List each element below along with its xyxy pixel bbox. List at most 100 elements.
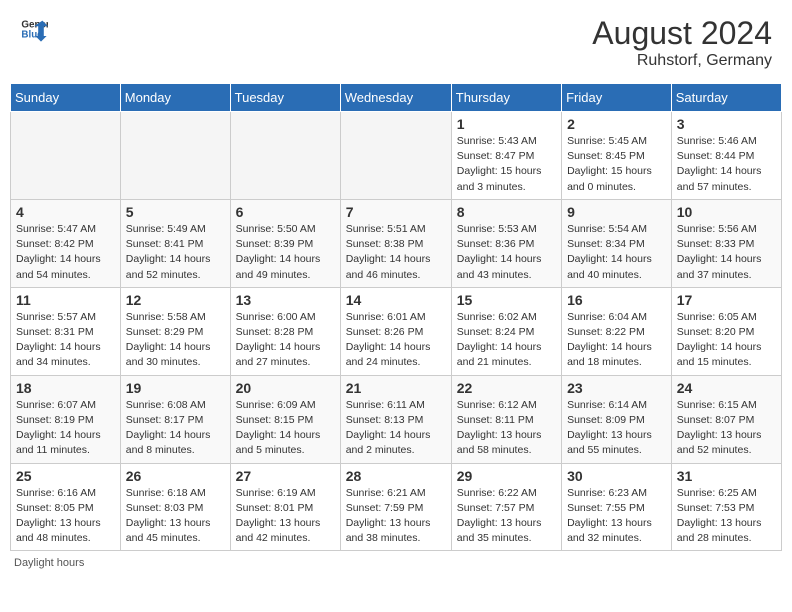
day-detail: Sunrise: 6:15 AM Sunset: 8:07 PM Dayligh…	[677, 398, 776, 459]
day-detail: Sunrise: 5:46 AM Sunset: 8:44 PM Dayligh…	[677, 134, 776, 195]
calendar-day-cell: 3 Sunrise: 5:46 AM Sunset: 8:44 PM Daylig…	[671, 112, 781, 200]
calendar-day-cell	[230, 112, 340, 200]
day-number: 4	[16, 204, 115, 220]
day-detail: Sunrise: 6:11 AM Sunset: 8:13 PM Dayligh…	[346, 398, 446, 459]
day-number: 9	[567, 204, 666, 220]
day-number: 6	[236, 204, 335, 220]
calendar-day-cell: 14 Sunrise: 6:01 AM Sunset: 8:26 PM Dayli…	[340, 287, 451, 375]
day-detail: Sunrise: 6:09 AM Sunset: 8:15 PM Dayligh…	[236, 398, 335, 459]
day-number: 14	[346, 292, 446, 308]
calendar-day-header: Wednesday	[340, 84, 451, 112]
day-number: 30	[567, 468, 666, 484]
calendar-day-cell: 13Sunrise: 6:00 AM Sunset: 8:28 PM Dayli…	[230, 287, 340, 375]
calendar-day-cell: 23 Sunrise: 6:14 AM Sunset: 8:09 PM Dayli…	[562, 375, 672, 463]
day-number: 11	[16, 292, 115, 308]
calendar-day-header: Tuesday	[230, 84, 340, 112]
day-number: 15	[457, 292, 556, 308]
calendar-day-cell: 26Sunrise: 6:18 AM Sunset: 8:03 PM Dayli…	[120, 463, 230, 551]
day-detail: Sunrise: 6:01 AM Sunset: 8:26 PM Dayligh…	[346, 310, 446, 371]
calendar-day-cell: 15Sunrise: 6:02 AM Sunset: 8:24 PM Dayli…	[451, 287, 561, 375]
calendar-day-cell: 9 Sunrise: 5:54 AM Sunset: 8:34 PM Daylig…	[562, 199, 672, 287]
day-detail: Sunrise: 5:57 AM Sunset: 8:31 PM Dayligh…	[16, 310, 115, 371]
day-number: 27	[236, 468, 335, 484]
calendar-day-cell: 2 Sunrise: 5:45 AM Sunset: 8:45 PM Daylig…	[562, 112, 672, 200]
day-number: 2	[567, 116, 666, 132]
day-number: 26	[126, 468, 225, 484]
day-number: 29	[457, 468, 556, 484]
calendar-day-cell: 7 Sunrise: 5:51 AM Sunset: 8:38 PM Daylig…	[340, 199, 451, 287]
day-number: 25	[16, 468, 115, 484]
day-detail: Sunrise: 6:23 AM Sunset: 7:55 PM Dayligh…	[567, 486, 666, 547]
day-number: 12	[126, 292, 225, 308]
calendar-day-header: Sunday	[11, 84, 121, 112]
day-detail: Sunrise: 5:45 AM Sunset: 8:45 PM Dayligh…	[567, 134, 666, 195]
calendar-day-header: Saturday	[671, 84, 781, 112]
month-year-title: August 2024	[592, 15, 772, 52]
calendar-day-cell: 8Sunrise: 5:53 AM Sunset: 8:36 PM Daylig…	[451, 199, 561, 287]
day-detail: Sunrise: 5:51 AM Sunset: 8:38 PM Dayligh…	[346, 222, 446, 283]
calendar-day-cell	[11, 112, 121, 200]
logo: General Blue	[20, 15, 48, 43]
calendar-day-cell: 18 Sunrise: 6:07 AM Sunset: 8:19 PM Dayli…	[11, 375, 121, 463]
location-subtitle: Ruhstorf, Germany	[592, 52, 772, 70]
calendar-day-cell: 22Sunrise: 6:12 AM Sunset: 8:11 PM Dayli…	[451, 375, 561, 463]
day-detail: Sunrise: 5:54 AM Sunset: 8:34 PM Dayligh…	[567, 222, 666, 283]
calendar-day-cell: 11 Sunrise: 5:57 AM Sunset: 8:31 PM Dayli…	[11, 287, 121, 375]
day-number: 1	[457, 116, 556, 132]
day-detail: Sunrise: 5:56 AM Sunset: 8:33 PM Dayligh…	[677, 222, 776, 283]
calendar-day-header: Monday	[120, 84, 230, 112]
calendar-day-cell: 16Sunrise: 6:04 AM Sunset: 8:22 PM Dayli…	[562, 287, 672, 375]
day-detail: Sunrise: 6:14 AM Sunset: 8:09 PM Dayligh…	[567, 398, 666, 459]
day-detail: Sunrise: 6:07 AM Sunset: 8:19 PM Dayligh…	[16, 398, 115, 459]
day-detail: Sunrise: 6:25 AM Sunset: 7:53 PM Dayligh…	[677, 486, 776, 547]
day-number: 21	[346, 380, 446, 396]
day-number: 20	[236, 380, 335, 396]
header: General Blue August 2024 Ruhstorf, Germa…	[10, 10, 782, 75]
day-number: 7	[346, 204, 446, 220]
day-detail: Sunrise: 5:43 AM Sunset: 8:47 PM Dayligh…	[457, 134, 556, 195]
day-number: 22	[457, 380, 556, 396]
calendar-day-cell: 17 Sunrise: 6:05 AM Sunset: 8:20 PM Dayli…	[671, 287, 781, 375]
calendar-day-cell: 19 Sunrise: 6:08 AM Sunset: 8:17 PM Dayli…	[120, 375, 230, 463]
day-number: 13	[236, 292, 335, 308]
calendar-week-row: 11 Sunrise: 5:57 AM Sunset: 8:31 PM Dayli…	[11, 287, 782, 375]
calendar-day-cell	[120, 112, 230, 200]
day-number: 10	[677, 204, 776, 220]
day-detail: Sunrise: 5:58 AM Sunset: 8:29 PM Dayligh…	[126, 310, 225, 371]
day-detail: Sunrise: 6:08 AM Sunset: 8:17 PM Dayligh…	[126, 398, 225, 459]
day-detail: Sunrise: 6:19 AM Sunset: 8:01 PM Dayligh…	[236, 486, 335, 547]
calendar-day-cell: 29 Sunrise: 6:22 AM Sunset: 7:57 PM Dayli…	[451, 463, 561, 551]
calendar-day-cell: 30 Sunrise: 6:23 AM Sunset: 7:55 PM Dayli…	[562, 463, 672, 551]
calendar-day-cell: 31 Sunrise: 6:25 AM Sunset: 7:53 PM Dayli…	[671, 463, 781, 551]
day-detail: Sunrise: 6:05 AM Sunset: 8:20 PM Dayligh…	[677, 310, 776, 371]
calendar-day-cell: 24Sunrise: 6:15 AM Sunset: 8:07 PM Dayli…	[671, 375, 781, 463]
day-detail: Sunrise: 6:22 AM Sunset: 7:57 PM Dayligh…	[457, 486, 556, 547]
day-number: 16	[567, 292, 666, 308]
day-number: 5	[126, 204, 225, 220]
calendar-day-cell	[340, 112, 451, 200]
day-detail: Sunrise: 6:16 AM Sunset: 8:05 PM Dayligh…	[16, 486, 115, 547]
calendar-day-header: Friday	[562, 84, 672, 112]
day-number: 19	[126, 380, 225, 396]
title-area: August 2024 Ruhstorf, Germany	[592, 15, 772, 70]
day-detail: Sunrise: 5:49 AM Sunset: 8:41 PM Dayligh…	[126, 222, 225, 283]
day-detail: Sunrise: 5:53 AM Sunset: 8:36 PM Dayligh…	[457, 222, 556, 283]
calendar-day-cell: 20 Sunrise: 6:09 AM Sunset: 8:15 PM Dayli…	[230, 375, 340, 463]
calendar-week-row: 18 Sunrise: 6:07 AM Sunset: 8:19 PM Dayli…	[11, 375, 782, 463]
day-number: 3	[677, 116, 776, 132]
calendar-day-cell: 5 Sunrise: 5:49 AM Sunset: 8:41 PM Daylig…	[120, 199, 230, 287]
day-number: 31	[677, 468, 776, 484]
calendar-day-cell: 21 Sunrise: 6:11 AM Sunset: 8:13 PM Dayli…	[340, 375, 451, 463]
day-number: 23	[567, 380, 666, 396]
calendar-day-cell: 25 Sunrise: 6:16 AM Sunset: 8:05 PM Dayli…	[11, 463, 121, 551]
day-number: 28	[346, 468, 446, 484]
day-detail: Sunrise: 5:50 AM Sunset: 8:39 PM Dayligh…	[236, 222, 335, 283]
footer-note: Daylight hours	[10, 557, 782, 569]
day-number: 18	[16, 380, 115, 396]
daylight-label: Daylight hours	[14, 557, 84, 569]
calendar-day-cell: 28Sunrise: 6:21 AM Sunset: 7:59 PM Dayli…	[340, 463, 451, 551]
day-number: 17	[677, 292, 776, 308]
calendar-table: SundayMondayTuesdayWednesdayThursdayFrid…	[10, 83, 782, 551]
calendar-week-row: 25 Sunrise: 6:16 AM Sunset: 8:05 PM Dayli…	[11, 463, 782, 551]
calendar-day-cell: 10 Sunrise: 5:56 AM Sunset: 8:33 PM Dayli…	[671, 199, 781, 287]
